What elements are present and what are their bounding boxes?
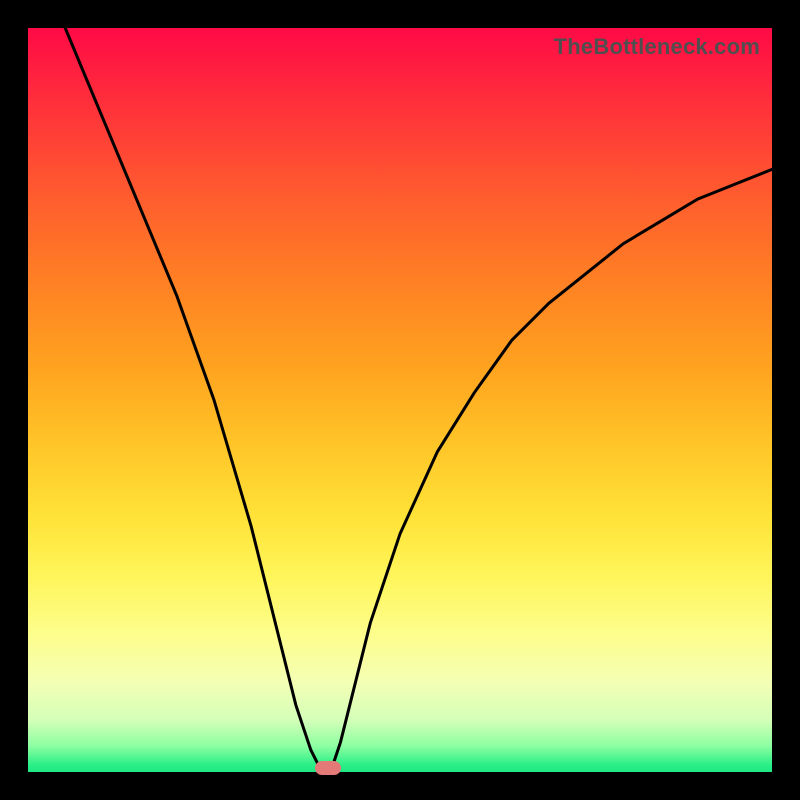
optimum-marker bbox=[315, 761, 341, 775]
chart-frame: TheBottleneck.com bbox=[0, 0, 800, 800]
plot-area: TheBottleneck.com bbox=[28, 28, 772, 772]
bottleneck-curve bbox=[28, 28, 772, 772]
